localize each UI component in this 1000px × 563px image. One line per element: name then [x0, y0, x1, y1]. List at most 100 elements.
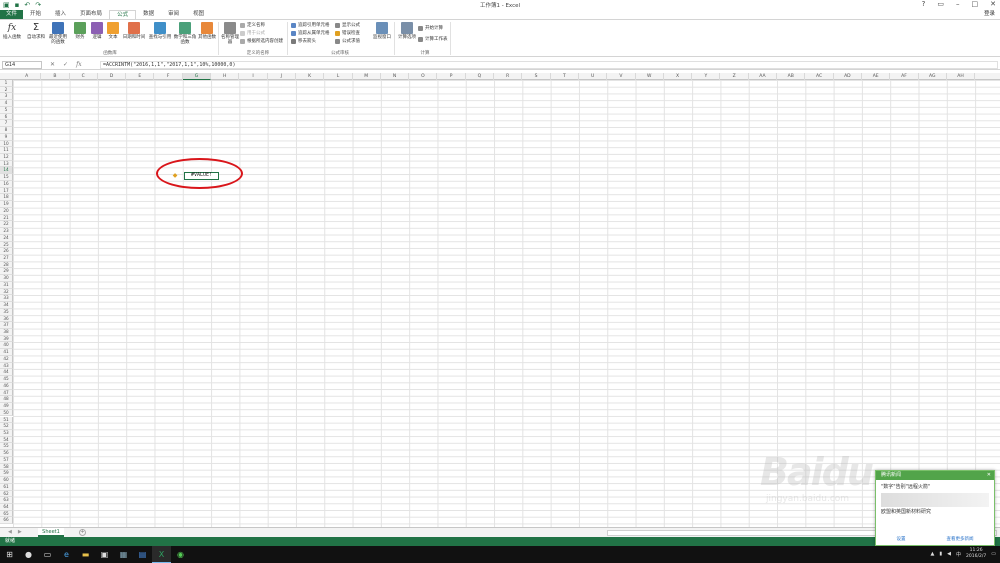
row-header[interactable]: 31 [0, 281, 13, 289]
row-header[interactable]: 24 [0, 234, 13, 242]
row-header[interactable]: 28 [0, 261, 13, 269]
column-header[interactable]: P [438, 73, 466, 80]
row-header[interactable]: 19 [0, 201, 13, 208]
row-header[interactable]: 17 [0, 187, 13, 195]
column-header[interactable]: K [296, 73, 325, 80]
row-header[interactable]: 51 [0, 416, 13, 424]
use-in-formula-button[interactable]: 用于公式 [240, 31, 265, 36]
row-header[interactable]: 22 [0, 221, 13, 229]
row-header[interactable]: 34 [0, 302, 13, 309]
name-manager-button[interactable]: 名称管理器 [219, 22, 241, 45]
column-header[interactable]: M [353, 73, 381, 80]
column-header[interactable]: AH [947, 73, 976, 80]
tab-formulas[interactable]: 公式 [109, 10, 137, 19]
photos-icon[interactable]: ▦ [114, 546, 133, 563]
column-header[interactable]: U [579, 73, 608, 80]
other-functions-button[interactable]: 其他函数 [196, 22, 218, 40]
column-header[interactable]: Y [692, 73, 721, 80]
column-header[interactable]: D [98, 73, 127, 80]
row-header[interactable]: 20 [0, 207, 13, 215]
row-header[interactable]: 27 [0, 254, 13, 262]
column-header[interactable]: J [268, 73, 296, 80]
column-header[interactable]: B [41, 73, 70, 80]
column-header[interactable]: W [636, 73, 664, 80]
datetime-button[interactable]: 日期和时间 [121, 22, 147, 40]
notification-icon[interactable]: ▭ [991, 551, 996, 557]
column-header[interactable]: H [211, 73, 240, 80]
tab-home[interactable]: 开始 [23, 10, 48, 19]
network-icon[interactable]: ▮ [939, 551, 942, 557]
clock[interactable]: 11:26 2016/2/7 [966, 548, 986, 560]
row-header[interactable]: 37 [0, 322, 13, 329]
row-header[interactable]: 3 [0, 93, 13, 101]
sheet-tab[interactable]: Sheet1 [38, 528, 64, 537]
row-header[interactable]: 15 [0, 174, 13, 181]
calc-options-button[interactable]: 计算选项 [396, 22, 418, 40]
tab-page-layout[interactable]: 页面布局 [73, 10, 109, 19]
column-header[interactable]: X [664, 73, 693, 80]
create-from-selection-button[interactable]: 根据所选内容创建 [240, 39, 283, 44]
column-header[interactable]: F [155, 73, 183, 80]
evaluate-formula-button[interactable]: 公式求值 [335, 39, 360, 44]
column-header[interactable]: T [551, 73, 579, 80]
watch-window-button[interactable]: 监视窗口 [370, 22, 394, 40]
insert-function-button[interactable]: fx 插入函数 [1, 22, 23, 40]
row-header[interactable]: 59 [0, 470, 13, 478]
row-header[interactable]: 10 [0, 140, 13, 148]
add-sheet-button[interactable]: + [79, 529, 86, 536]
calc-now-button[interactable]: 开始计算 [418, 26, 443, 31]
recent-functions-button[interactable]: 最近使用的函数 [47, 22, 69, 45]
volume-icon[interactable]: ◀ [947, 551, 951, 557]
tab-review[interactable]: 审阅 [161, 10, 186, 19]
column-header[interactable]: AB [777, 73, 806, 80]
column-header[interactable]: N [381, 73, 410, 80]
row-header[interactable]: 60 [0, 477, 13, 484]
next-sheet-icon[interactable]: ▶ [18, 529, 22, 535]
column-header[interactable]: I [239, 73, 268, 80]
tab-data[interactable]: 数据 [136, 10, 161, 19]
row-header[interactable]: 52 [0, 423, 13, 430]
row-header[interactable]: 65 [0, 510, 13, 518]
row-header[interactable]: 26 [0, 248, 13, 255]
show-formulas-button[interactable]: 显示公式 [335, 23, 360, 28]
row-header[interactable]: 46 [0, 382, 13, 390]
row-header[interactable]: 39 [0, 335, 13, 343]
math-button[interactable]: 数学和三角函数 [173, 22, 197, 45]
row-header[interactable]: 66 [0, 517, 13, 525]
maximize-icon[interactable]: □ [972, 0, 979, 8]
define-name-button[interactable]: 定义名称 [240, 23, 265, 28]
column-header[interactable]: O [409, 73, 438, 80]
cancel-icon[interactable]: ✕ [50, 60, 55, 70]
row-header[interactable]: 4 [0, 100, 13, 107]
row-header[interactable]: 30 [0, 275, 13, 282]
lookup-button[interactable]: 查找与引用 [147, 22, 173, 40]
formula-input[interactable]: =ACCRINTM("2016,1,1","2017,1,1",10%,1000… [100, 61, 998, 69]
enter-icon[interactable]: ✓ [63, 60, 68, 70]
cortana-icon[interactable]: ● [19, 546, 38, 563]
row-header[interactable]: 35 [0, 308, 13, 316]
column-header[interactable]: E [126, 73, 155, 80]
row-header[interactable]: 47 [0, 389, 13, 397]
trace-dependents-button[interactable]: 追踪从属单元格 [291, 31, 330, 36]
row-header[interactable]: 33 [0, 295, 13, 303]
browser-icon[interactable]: ◉ [171, 546, 190, 563]
popup-headline[interactable]: "数字"告别"远程火箭" [881, 484, 989, 491]
column-header[interactable]: AG [919, 73, 947, 80]
row-header[interactable]: 55 [0, 443, 13, 451]
remove-arrows-button[interactable]: 移去箭头 [291, 39, 316, 44]
tab-view[interactable]: 视图 [186, 10, 211, 19]
row-header[interactable]: 8 [0, 127, 13, 134]
autosum-button[interactable]: Σ 自动求和 [25, 22, 47, 40]
row-header[interactable]: 50 [0, 409, 13, 417]
row-header[interactable]: 21 [0, 214, 13, 222]
row-header[interactable]: 25 [0, 241, 13, 249]
column-header[interactable]: G [182, 73, 212, 80]
row-header[interactable]: 7 [0, 120, 13, 128]
row-header[interactable]: 6 [0, 113, 13, 121]
row-header[interactable]: 11 [0, 147, 13, 155]
column-header[interactable]: AC [805, 73, 834, 80]
calc-sheet-button[interactable]: 计算工作表 [418, 37, 448, 42]
column-header[interactable]: A [13, 73, 42, 80]
tab-file[interactable]: 文件 [0, 10, 24, 19]
row-header[interactable]: 44 [0, 369, 13, 377]
